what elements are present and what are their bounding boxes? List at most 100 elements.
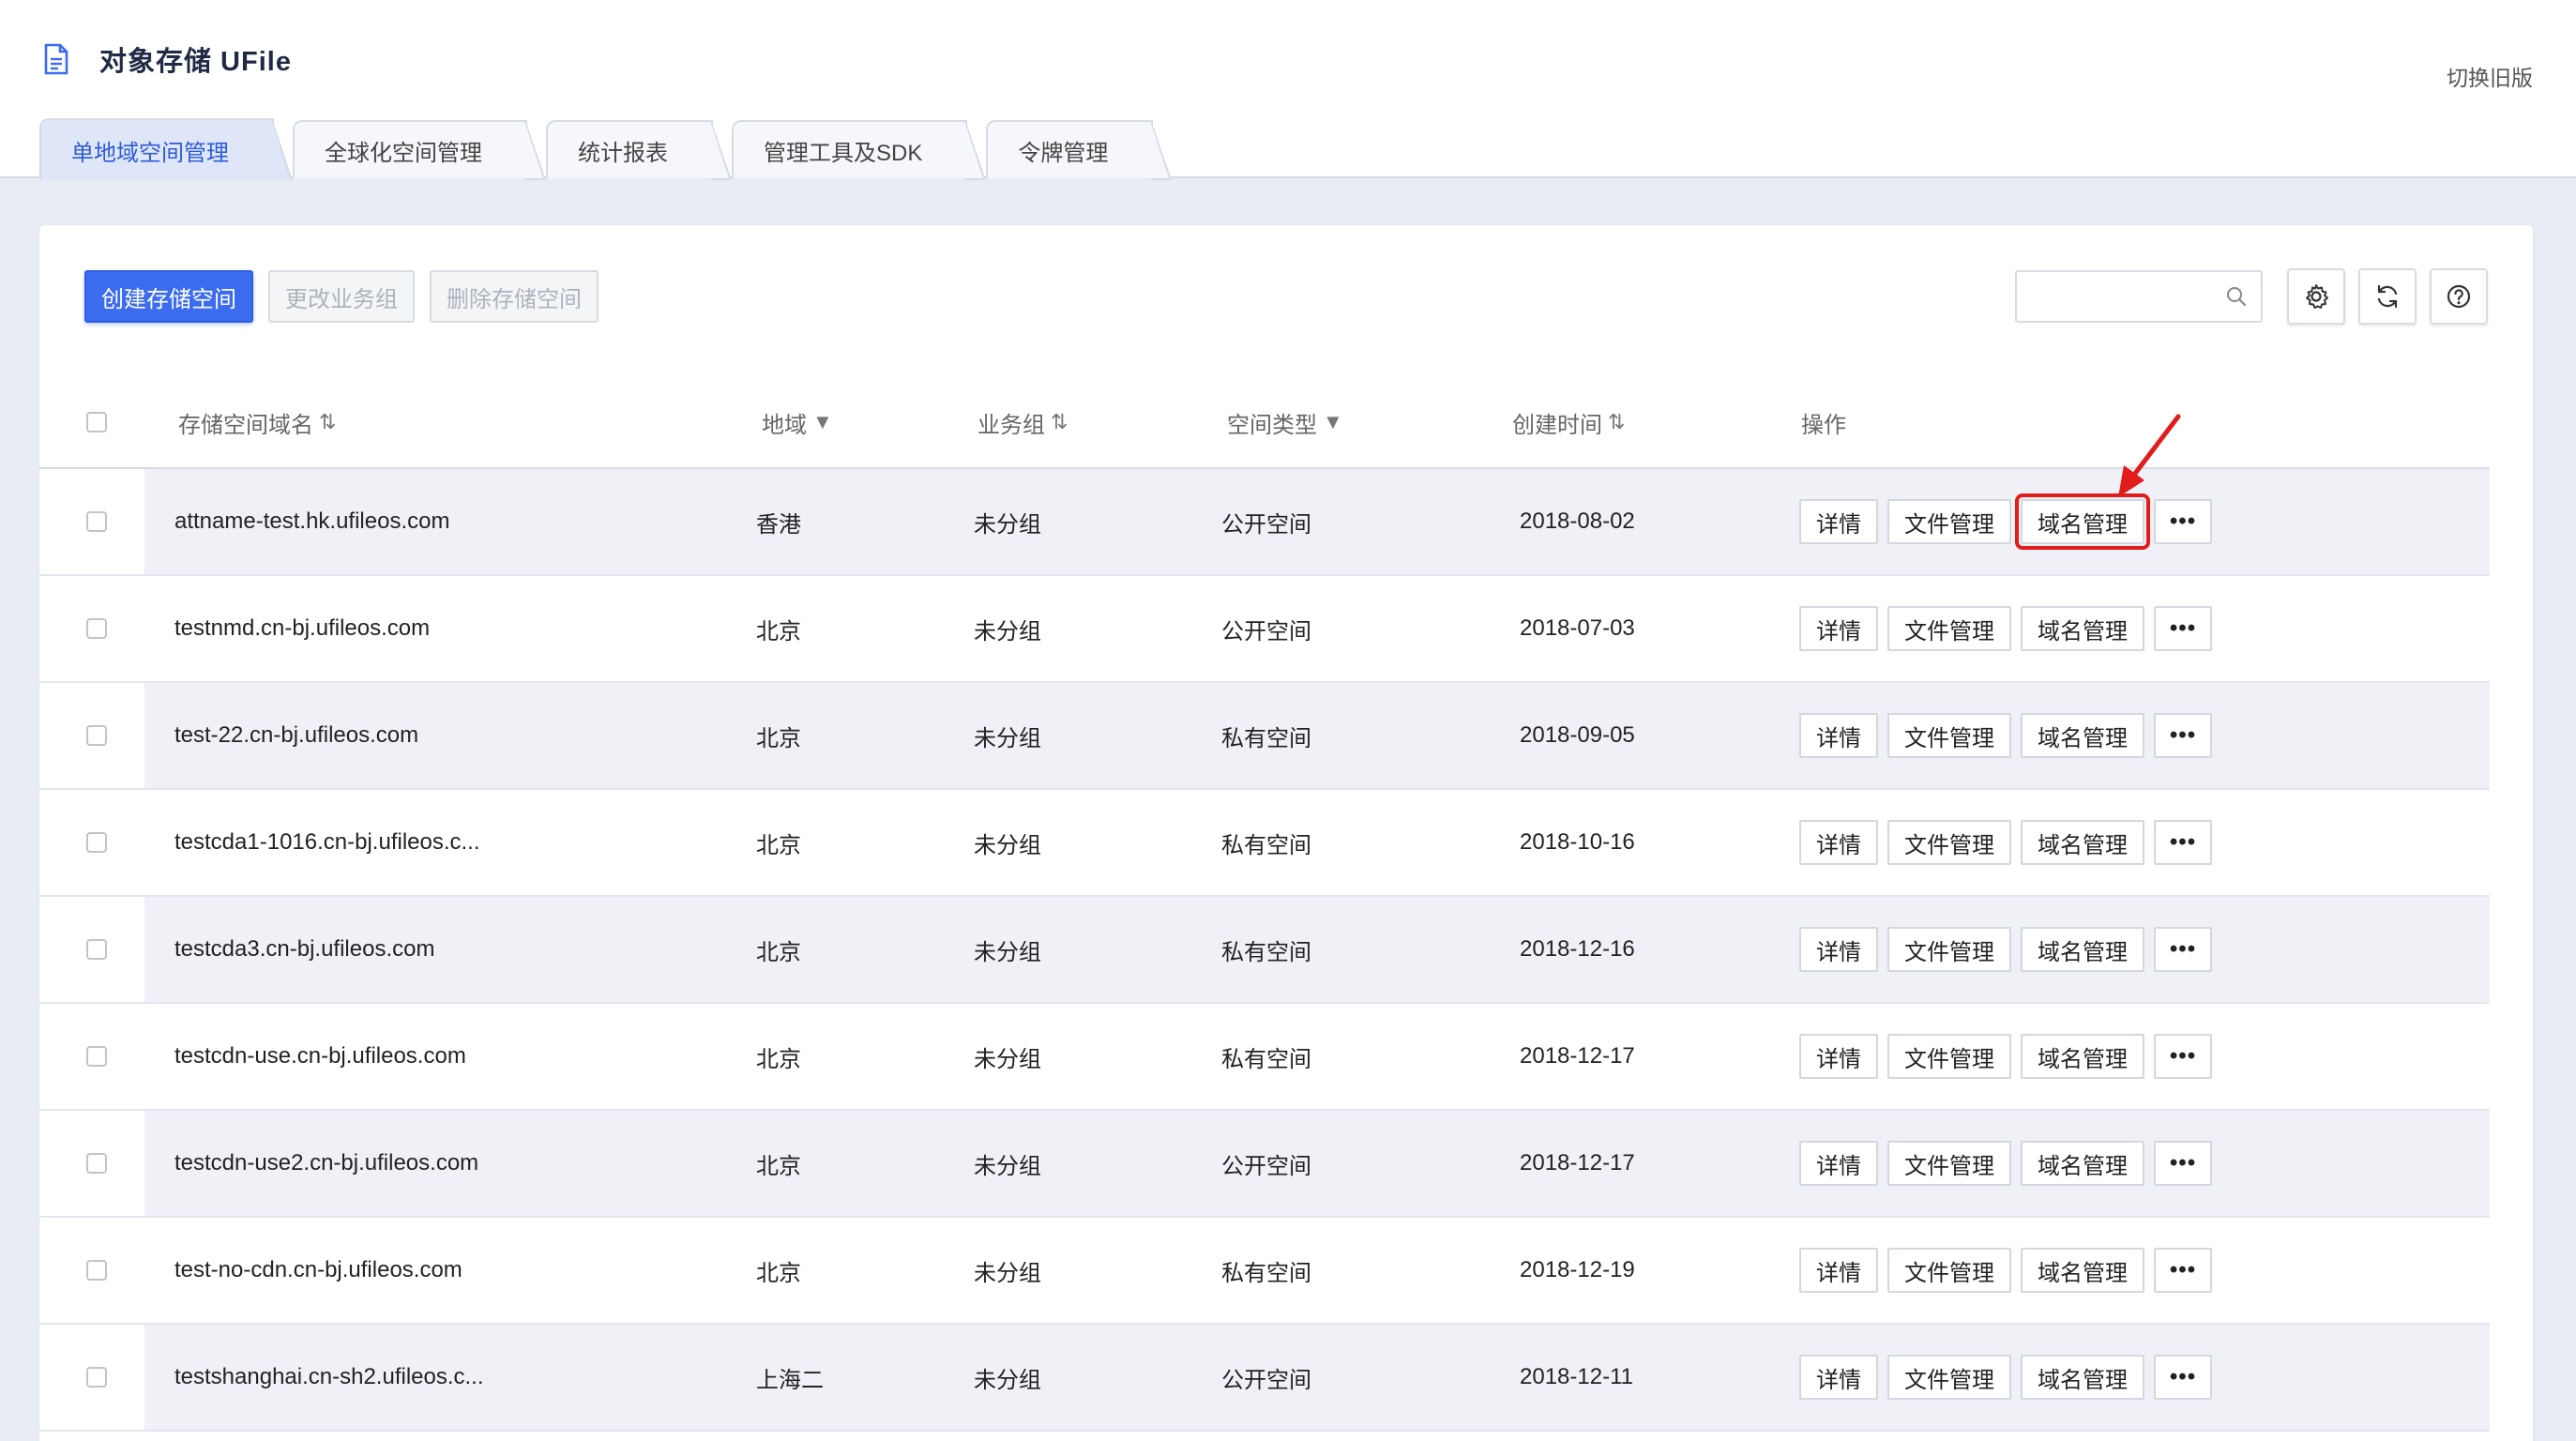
column-domain[interactable]: 存储空间域名 ⇅: [178, 375, 336, 469]
row-checkbox[interactable]: [86, 939, 107, 960]
refresh-button[interactable]: [2358, 268, 2417, 325]
bucket-type: 私有空间: [1221, 1046, 1311, 1072]
row-select-cell: [86, 1218, 107, 1323]
row-select-cell: [86, 576, 107, 681]
gear-icon: [2306, 284, 2328, 309]
detail-button[interactable]: 详情: [1799, 927, 1878, 972]
domain-manage-button[interactable]: 域名管理: [2021, 820, 2144, 865]
row-checkbox[interactable]: [86, 618, 107, 639]
column-type-label: 空间类型: [1227, 412, 1317, 438]
column-group[interactable]: 业务组 ⇅: [977, 375, 1068, 469]
row-actions: 详情 文件管理 域名管理 •••: [1799, 469, 2212, 574]
row-checkbox[interactable]: [86, 1367, 107, 1388]
tab-tokens[interactable]: 令牌管理: [986, 120, 1173, 180]
delete-bucket-button[interactable]: 删除存储空间: [430, 270, 599, 323]
row-checkbox[interactable]: [86, 511, 107, 532]
file-manage-button[interactable]: 文件管理: [1887, 820, 2011, 865]
detail-button[interactable]: 详情: [1799, 1355, 1878, 1400]
bucket-region: 北京: [756, 725, 801, 751]
bucket-type: 公开空间: [1221, 1367, 1311, 1393]
sort-icon[interactable]: ⇅: [1608, 410, 1625, 434]
domain-manage-button[interactable]: 域名管理: [2015, 493, 2150, 550]
file-manage-button[interactable]: 文件管理: [1887, 1034, 2011, 1079]
bucket-group: 未分组: [974, 1367, 1041, 1393]
tab-single-region[interactable]: 单地域空间管理: [39, 118, 293, 180]
switch-old-version-link[interactable]: 切换旧版: [2447, 60, 2533, 92]
row-checkbox[interactable]: [86, 1153, 107, 1174]
tab-tools-sdk[interactable]: 管理工具及SDK: [732, 120, 987, 180]
column-type[interactable]: 空间类型 ▼: [1227, 375, 1343, 469]
select-all-checkbox[interactable]: [86, 412, 107, 432]
more-actions-button[interactable]: •••: [2154, 713, 2212, 758]
bucket-domain[interactable]: test-no-cdn.cn-bj.ufileos.com: [174, 1218, 462, 1323]
bucket-domain[interactable]: testshanghai.cn-sh2.ufileos.c...: [174, 1325, 484, 1430]
domain-manage-button[interactable]: 域名管理: [2021, 1141, 2144, 1186]
detail-button[interactable]: 详情: [1799, 820, 1878, 865]
domain-manage-button[interactable]: 域名管理: [2021, 606, 2144, 651]
more-actions-button[interactable]: •••: [2154, 1141, 2212, 1186]
file-manage-button[interactable]: 文件管理: [1887, 1248, 2011, 1293]
detail-button[interactable]: 详情: [1799, 499, 1878, 544]
create-bucket-button[interactable]: 创建存储空间: [84, 270, 253, 323]
select-all-cell: [86, 375, 107, 469]
bucket-domain[interactable]: testcdn-use2.cn-bj.ufileos.com: [174, 1111, 478, 1216]
help-button[interactable]: [2430, 268, 2488, 325]
domain-manage-button[interactable]: 域名管理: [2021, 1355, 2144, 1400]
file-manage-button[interactable]: 文件管理: [1887, 1355, 2011, 1400]
domain-manage-button[interactable]: 域名管理: [2021, 1034, 2144, 1079]
detail-button[interactable]: 详情: [1799, 1034, 1878, 1079]
row-actions: 详情 文件管理 域名管理 •••: [1799, 1111, 2212, 1216]
file-manage-button[interactable]: 文件管理: [1887, 606, 2011, 651]
domain-manage-button[interactable]: 域名管理: [2021, 1248, 2144, 1293]
search-input[interactable]: [2017, 272, 2214, 321]
bucket-domain[interactable]: attname-test.hk.ufileos.com: [174, 469, 449, 574]
search-icon[interactable]: [2225, 285, 2248, 308]
bucket-domain[interactable]: testcda1-1016.cn-bj.ufileos.c...: [174, 790, 480, 895]
detail-button[interactable]: 详情: [1799, 1141, 1878, 1186]
column-created[interactable]: 创建时间 ⇅: [1512, 375, 1625, 469]
bucket-domain[interactable]: test-22.cn-bj.ufileos.com: [174, 683, 418, 788]
row-checkbox[interactable]: [86, 1046, 107, 1067]
bucket-region: 上海二: [756, 1367, 824, 1393]
detail-button[interactable]: 详情: [1799, 606, 1878, 651]
column-region[interactable]: 地域 ▼: [762, 375, 833, 469]
file-manage-button[interactable]: 文件管理: [1887, 927, 2011, 972]
change-group-button[interactable]: 更改业务组: [268, 270, 415, 323]
file-manage-button[interactable]: 文件管理: [1887, 1141, 2011, 1186]
table-row: test-no-cdn.cn-bj.ufileos.com 北京 未分组 私有空间 20…: [39, 1218, 2490, 1325]
bucket-domain[interactable]: testcda3.cn-bj.ufileos.com: [174, 897, 434, 1002]
row-actions: 详情 文件管理 域名管理 •••: [1799, 576, 2212, 681]
more-actions-button[interactable]: •••: [2154, 606, 2212, 651]
tab-global[interactable]: 全球化空间管理: [293, 120, 546, 180]
domain-manage-button[interactable]: 域名管理: [2021, 713, 2144, 758]
detail-button[interactable]: 详情: [1799, 1248, 1878, 1293]
file-manage-button[interactable]: 文件管理: [1887, 499, 2011, 544]
domain-manage-button[interactable]: 域名管理: [2021, 927, 2144, 972]
more-actions-button[interactable]: •••: [2154, 499, 2212, 544]
more-actions-button[interactable]: •••: [2154, 1248, 2212, 1293]
more-actions-button[interactable]: •••: [2154, 927, 2212, 972]
row-actions: 详情 文件管理 域名管理 •••: [1799, 683, 2212, 788]
table-row: testshanghai.cn-sh2.ufileos.c... 上海二 未分组 公开…: [39, 1325, 2490, 1432]
more-actions-button[interactable]: •••: [2154, 1034, 2212, 1079]
sort-icon[interactable]: ⇅: [1051, 410, 1068, 434]
bucket-domain[interactable]: testcdn-use.cn-bj.ufileos.com: [174, 1004, 466, 1109]
tab-reports[interactable]: 统计报表: [546, 120, 732, 180]
more-actions-button[interactable]: •••: [2154, 1355, 2212, 1400]
filter-icon[interactable]: ▼: [1323, 410, 1343, 434]
row-checkbox[interactable]: [86, 1260, 107, 1281]
sort-icon[interactable]: ⇅: [319, 410, 336, 434]
search-box: [2015, 270, 2263, 323]
more-actions-button[interactable]: •••: [2154, 820, 2212, 865]
row-checkbox[interactable]: [86, 725, 107, 746]
file-manage-button[interactable]: 文件管理: [1887, 713, 2011, 758]
bucket-type: 私有空间: [1221, 939, 1311, 965]
detail-button[interactable]: 详情: [1799, 713, 1878, 758]
bucket-domain[interactable]: testnmd.cn-bj.ufileos.com: [174, 576, 430, 681]
table-row: testnmd.cn-bj.ufileos.com 北京 未分组 公开空间 2018-0…: [39, 576, 2490, 683]
settings-button[interactable]: [2287, 268, 2345, 325]
filter-icon[interactable]: ▼: [812, 410, 833, 434]
bucket-created: 2018-07-03: [1520, 615, 1635, 641]
row-checkbox[interactable]: [86, 832, 107, 853]
toolbar: 创建存储空间 更改业务组 删除存储空间: [84, 270, 599, 323]
